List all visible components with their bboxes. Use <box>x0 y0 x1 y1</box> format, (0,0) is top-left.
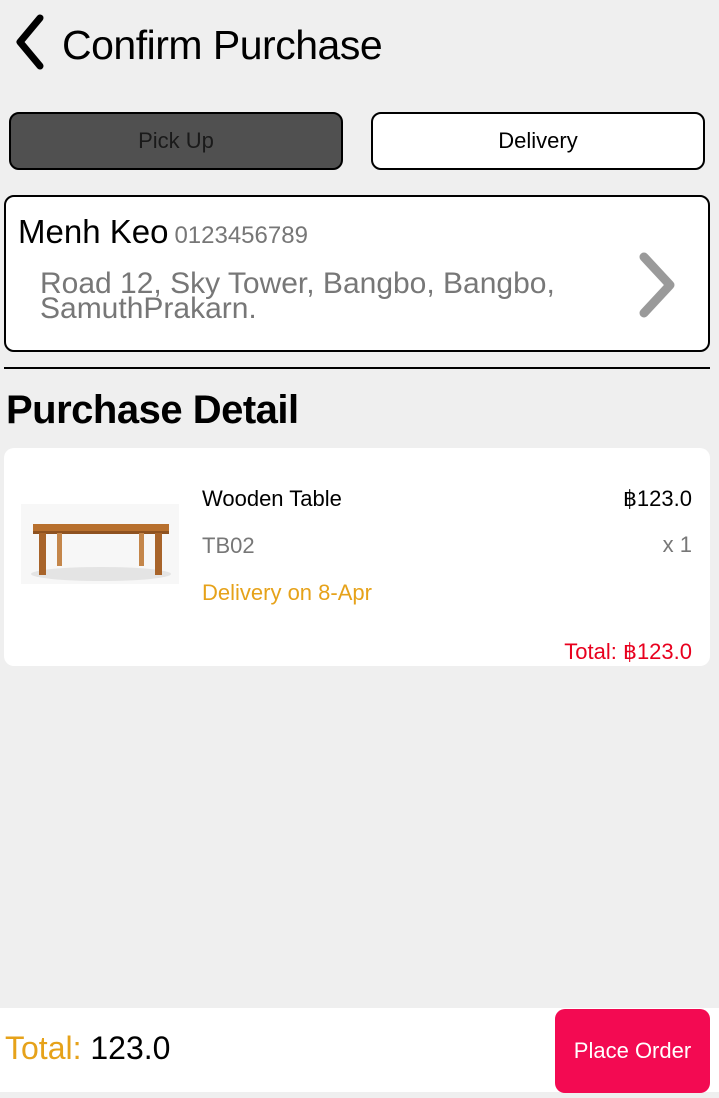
item-price: ฿123.0 <box>622 486 692 511</box>
chevron-right-icon <box>639 252 675 318</box>
address-line: Road 12, Sky Tower, Bangbo, Bangbo, Samu… <box>40 267 555 325</box>
customer-phone: 0123456789 <box>174 222 308 249</box>
customer-name: Menh Keo <box>18 213 169 250</box>
section-title: Purchase Detail <box>6 388 299 432</box>
item-total: Total: ฿123.0 <box>564 639 692 664</box>
item-sku: TB02 <box>202 533 255 558</box>
order-total-value: 123.0 <box>90 1030 171 1066</box>
page-title: Confirm Purchase <box>62 22 383 68</box>
wooden-table-image <box>21 504 179 584</box>
item-quantity: x 1 <box>662 532 692 557</box>
pickup-button[interactable]: Pick Up <box>9 112 343 170</box>
order-total-label: Total: <box>5 1030 82 1066</box>
place-order-button[interactable]: Place Order <box>555 1009 710 1093</box>
delivery-button[interactable]: Delivery <box>371 112 705 170</box>
purchase-item-card: Wooden Table TB02 Delivery on 8-Apr ฿123… <box>4 448 710 666</box>
chevron-left-icon[interactable] <box>8 12 52 72</box>
order-total: Total: 123.0 <box>5 1030 170 1067</box>
header: Confirm Purchase <box>0 0 719 100</box>
item-name: Wooden Table <box>202 486 342 511</box>
address-name-row: Menh Keo 0123456789 <box>18 213 308 251</box>
item-delivery-date: Delivery on 8-Apr <box>202 580 372 605</box>
divider <box>4 367 710 369</box>
address-card[interactable]: Menh Keo 0123456789 Road 12, Sky Tower, B… <box>4 195 710 352</box>
